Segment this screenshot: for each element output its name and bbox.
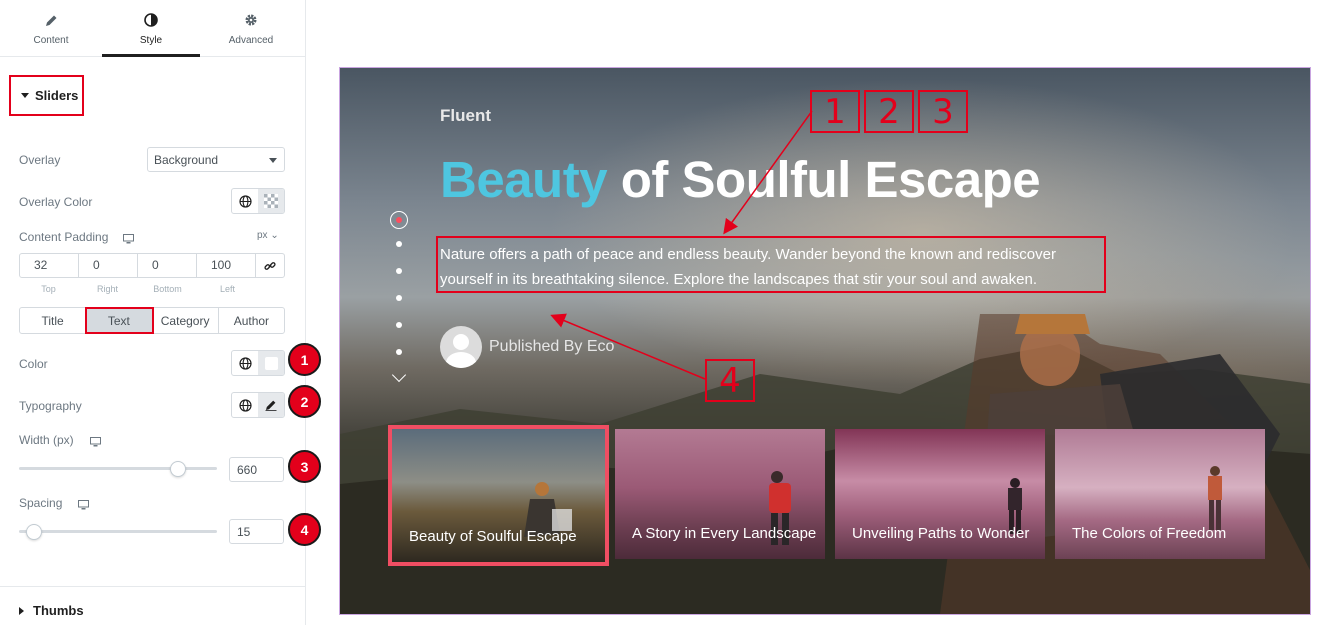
badge-3: 3 bbox=[288, 450, 321, 483]
caret-right-icon bbox=[19, 606, 24, 615]
slider-preview: Fluent Beauty of Soulful Escape Nature o… bbox=[339, 67, 1311, 615]
edit-typography-button[interactable] bbox=[258, 393, 284, 417]
desktop-icon[interactable] bbox=[90, 434, 101, 452]
color-swatch bbox=[264, 356, 278, 370]
thumbnail-title: Unveiling Paths to Wonder bbox=[852, 525, 1030, 542]
tab-content-label: Content bbox=[33, 35, 69, 46]
badge-2: 2 bbox=[288, 385, 321, 418]
overlay-color-picker[interactable] bbox=[258, 189, 284, 213]
tab-advanced-label: Advanced bbox=[228, 35, 274, 46]
thumbnail-item[interactable]: A Story in Every Landscape bbox=[615, 429, 825, 559]
arrow-1 bbox=[723, 110, 813, 235]
width-input[interactable]: 660 bbox=[229, 457, 284, 482]
thumbnail-item[interactable]: Beauty of Soulful Escape bbox=[388, 425, 609, 566]
global-typography-button[interactable] bbox=[232, 393, 258, 417]
overlay-label: Overlay bbox=[19, 153, 61, 167]
color-controls bbox=[231, 350, 285, 376]
tab-author[interactable]: Author bbox=[219, 308, 284, 333]
unit-label: px bbox=[257, 230, 268, 241]
tab-advanced[interactable]: Advanced bbox=[202, 0, 300, 57]
thumbs-section-title: Thumbs bbox=[33, 603, 84, 618]
spacing-slider-track[interactable] bbox=[19, 530, 217, 533]
thumbnail-title: A Story in Every Landscape bbox=[632, 525, 817, 542]
spacing-input[interactable]: 15 bbox=[229, 519, 284, 544]
tab-style-label: Style bbox=[139, 35, 163, 46]
section-title: Sliders bbox=[35, 88, 79, 103]
overlay-select-value: Background bbox=[154, 153, 219, 167]
padding-left-input[interactable]: 100 bbox=[197, 254, 256, 277]
content-padding-label: Content Padding bbox=[19, 230, 109, 244]
unit-selector[interactable]: px ⌄ bbox=[257, 230, 279, 241]
overlay-select[interactable]: Background bbox=[147, 147, 285, 172]
gear-icon bbox=[243, 12, 259, 28]
global-color-button[interactable] bbox=[232, 351, 258, 375]
editor-panel: Content Style Advanced Sliders Overlay B… bbox=[0, 0, 321, 625]
thumbnail-item[interactable]: The Colors of Freedom bbox=[1055, 429, 1265, 559]
width-label: Width (px) bbox=[19, 433, 74, 447]
tab-text[interactable]: Text bbox=[85, 307, 154, 334]
element-tabs: Title Text Category Author bbox=[19, 307, 285, 334]
badge-1: 1 bbox=[288, 343, 321, 376]
color-picker[interactable] bbox=[258, 351, 284, 375]
width-slider-track[interactable] bbox=[19, 467, 217, 470]
thumbs-section-toggle[interactable]: Thumbs bbox=[19, 603, 84, 618]
overlay-color-controls bbox=[231, 188, 285, 214]
sliders-section-toggle[interactable]: Sliders bbox=[9, 75, 84, 116]
padding-bottom-label: Bottom bbox=[153, 284, 182, 294]
overlay-color-label: Overlay Color bbox=[19, 195, 93, 209]
padding-top-label: Top bbox=[41, 284, 56, 294]
section-divider bbox=[0, 586, 305, 587]
desktop-icon[interactable] bbox=[123, 231, 134, 249]
padding-top-input[interactable]: 32 bbox=[20, 254, 79, 277]
contrast-icon bbox=[143, 12, 159, 28]
tab-content[interactable]: Content bbox=[2, 0, 100, 57]
editor-tabs: Content Style Advanced bbox=[0, 0, 305, 57]
pencil-icon bbox=[43, 12, 59, 28]
width-slider-handle[interactable] bbox=[170, 461, 186, 477]
link-values-button[interactable] bbox=[256, 254, 284, 277]
spacing-slider-handle[interactable] bbox=[26, 524, 42, 540]
link-icon bbox=[264, 261, 276, 270]
thumbnail-item[interactable]: Unveiling Paths to Wonder bbox=[835, 429, 1045, 559]
globe-icon bbox=[238, 356, 252, 370]
padding-bottom-input[interactable]: 0 bbox=[138, 254, 197, 277]
chevron-down-icon bbox=[269, 158, 277, 163]
tab-title[interactable]: Title bbox=[20, 308, 87, 333]
arrow-4 bbox=[550, 313, 706, 380]
thumbnail-title: Beauty of Soulful Escape bbox=[409, 528, 577, 545]
typography-controls bbox=[231, 392, 285, 418]
thumbnail-title: The Colors of Freedom bbox=[1072, 525, 1227, 542]
padding-right-input[interactable]: 0 bbox=[79, 254, 138, 277]
tab-category[interactable]: Category bbox=[153, 308, 219, 333]
spacing-label: Spacing bbox=[19, 496, 63, 510]
pencil-icon bbox=[265, 400, 277, 411]
typography-label: Typography bbox=[19, 399, 82, 413]
thumbnail-strip: Beauty of Soulful Escape A Story in Ever… bbox=[388, 425, 1265, 566]
padding-left-label: Left bbox=[219, 284, 235, 294]
color-label: Color bbox=[19, 357, 48, 371]
content-padding-inputs: 32 0 0 100 bbox=[19, 253, 285, 278]
padding-right-label: Right bbox=[96, 284, 118, 294]
caret-down-icon bbox=[21, 93, 29, 98]
transparent-swatch-icon bbox=[264, 194, 278, 208]
badge-4: 4 bbox=[288, 513, 321, 546]
globe-icon bbox=[238, 398, 252, 412]
global-color-button[interactable] bbox=[232, 189, 258, 213]
globe-icon bbox=[238, 194, 252, 208]
tab-style[interactable]: Style bbox=[102, 0, 200, 57]
desktop-icon[interactable] bbox=[78, 497, 89, 515]
